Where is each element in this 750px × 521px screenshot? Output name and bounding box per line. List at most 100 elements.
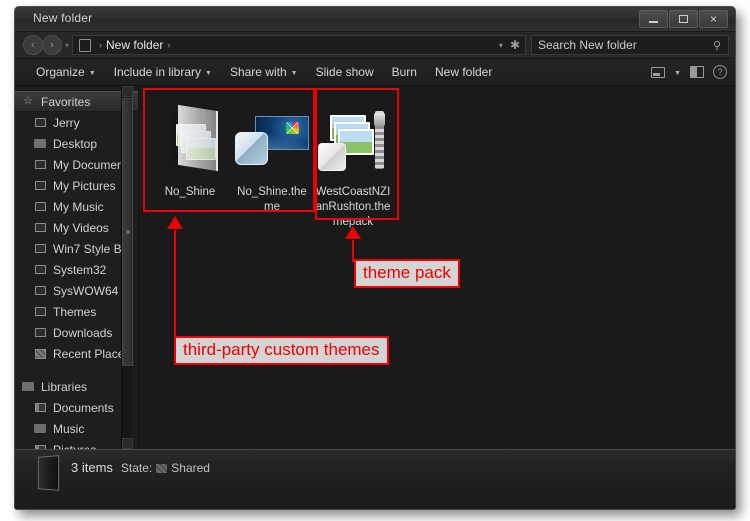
breadcrumb-separator-2[interactable]: › <box>167 40 170 50</box>
back-button[interactable]: ‹ <box>23 35 43 55</box>
recent-locations-caret[interactable]: ▾ <box>65 41 69 50</box>
sidebar-scrollbar[interactable] <box>121 86 133 449</box>
folder-icon <box>33 307 47 316</box>
breadcrumb-item-new-folder[interactable]: New folder <box>106 38 163 52</box>
folder-icon <box>33 244 47 253</box>
sidebar-item-libraries[interactable]: Libraries <box>15 376 138 397</box>
sidebar-item-desktop[interactable]: Desktop <box>15 133 138 154</box>
toolbar-item-organize[interactable]: Organize ▼ <box>27 62 105 82</box>
toolbar-item-slide-show[interactable]: Slide show <box>307 62 383 82</box>
sidebar-item-favorites[interactable]: ☆ Favorites <box>15 91 138 112</box>
view-dropdown-caret-icon[interactable]: ▼ <box>674 70 681 77</box>
scroll-down-arrow-icon[interactable] <box>122 438 133 449</box>
sidebar-label-libraries: Libraries <box>41 379 88 394</box>
navigation-buttons: ‹ › ▾ <box>23 35 72 55</box>
sidebar-label-desktop: Desktop <box>53 136 98 151</box>
sidebar-label-music: Music <box>53 421 85 436</box>
refresh-icon[interactable]: ✱ <box>510 39 520 51</box>
navigation-list: ☆ Favorites Jerry Desktop My Documen My … <box>15 86 138 449</box>
scrollbar-thumb[interactable] <box>122 98 133 366</box>
status-state: State: Shared <box>121 461 210 475</box>
sidebar-label-my-music: My Music <box>53 199 104 214</box>
sidebar-label-recent-places: Recent Place <box>53 346 125 361</box>
toolbar-item-new-folder[interactable]: New folder <box>426 62 501 82</box>
sidebar-item-themes[interactable]: Themes <box>15 301 138 322</box>
toolbar-label-burn: Burn <box>391 65 417 79</box>
sidebar-item-my-music[interactable]: My Music <box>15 196 138 217</box>
toolbar-item-burn[interactable]: Burn <box>383 62 426 82</box>
themepack-gloss-badge <box>318 143 346 171</box>
preview-pane-fill <box>691 67 697 77</box>
folder-icon <box>33 160 47 169</box>
chevron-down-icon: ▼ <box>88 69 96 77</box>
state-value: Shared <box>171 461 210 475</box>
sidebar-label-my-documents: My Documen <box>53 157 124 172</box>
sidebar-label-syswow64: SysWOW64 <box>53 283 119 298</box>
sidebar-label-my-videos: My Videos <box>53 220 109 235</box>
sidebar-item-my-documents[interactable]: My Documen <box>15 154 138 175</box>
search-icon: ⚲ <box>712 39 721 52</box>
sidebar-item-documents-library[interactable]: Documents <box>15 397 138 418</box>
breadcrumb-separator-1: › <box>99 40 103 50</box>
folder-icon <box>33 286 47 295</box>
shared-icon <box>156 464 168 473</box>
chevron-down-icon[interactable]: ▾ <box>499 41 503 50</box>
item-count: 3 items <box>71 460 113 475</box>
computer-icon <box>79 38 92 52</box>
preview-pane-icon[interactable] <box>690 66 704 78</box>
close-button[interactable]: × <box>699 10 728 28</box>
change-view-icon[interactable] <box>651 66 666 78</box>
file-item-no-shine-folder[interactable]: No_Shine <box>149 94 231 230</box>
window-body: ☆ Favorites Jerry Desktop My Documen My … <box>15 86 735 449</box>
sidebar-item-jerry[interactable]: Jerry <box>15 112 138 133</box>
file-label: No_Shine.theme <box>237 186 307 213</box>
help-icon[interactable]: ? <box>713 65 727 79</box>
folder-icon <box>33 181 47 190</box>
chevron-down-icon: ▼ <box>290 69 298 77</box>
sidebar-label-jerry: Jerry <box>53 115 80 130</box>
folder-icon <box>33 202 47 211</box>
sidebar-item-downloads[interactable]: Downloads <box>15 322 138 343</box>
maximize-button[interactable] <box>669 10 698 28</box>
folder-icon <box>33 118 47 127</box>
search-box[interactable]: Search New folder ⚲ <box>531 35 729 55</box>
file-label: No_Shine <box>164 186 216 198</box>
sidebar-item-system32[interactable]: System32 <box>15 259 138 280</box>
file-item-westcoast-themepack[interactable]: WestCoastNZIanRushton.themepack <box>313 94 393 230</box>
open-folder-with-pictures-icon <box>154 104 226 174</box>
toolbar-right-icons: ▼ ? <box>651 65 727 79</box>
toolbar-label-slide-show: Slide show <box>315 65 374 79</box>
sidebar-item-music-library[interactable]: Music <box>15 418 138 439</box>
sidebar-item-my-videos[interactable]: My Videos <box>15 217 138 238</box>
breadcrumb[interactable]: › New folder › ▾ ✱ <box>72 35 526 55</box>
toolbar-item-include-in-library[interactable]: Include in library ▼ <box>105 62 221 82</box>
window-controls: × <box>639 10 728 28</box>
library-icon <box>21 382 35 391</box>
sidebar-label-documents: Documents <box>53 400 114 415</box>
file-label: WestCoastNZIanRushton.themepack <box>315 186 391 228</box>
sidebar-label-system32: System32 <box>53 262 107 277</box>
sidebar-item-my-pictures[interactable]: My Pictures <box>15 175 138 196</box>
sidebar-item-pictures-library[interactable]: Pictures <box>15 439 138 449</box>
address-bar: ‹ › ▾ › New folder › ▾ ✱ Search New fold… <box>15 32 735 59</box>
forward-button[interactable]: › <box>42 35 62 55</box>
folder-icon <box>33 223 47 232</box>
file-list-view[interactable]: No_Shine No_Shine.theme WestCoastNZIanRu… <box>139 86 735 449</box>
sidebar-label-favorites: Favorites <box>41 94 91 109</box>
scroll-up-arrow-icon[interactable] <box>122 86 133 97</box>
minimize-button[interactable] <box>639 10 668 28</box>
sidebar-item-win7-style-builder[interactable]: Win7 Style B <box>15 238 138 259</box>
sidebar-item-syswow64[interactable]: SysWOW64 <box>15 280 138 301</box>
desktop-icon <box>33 139 47 148</box>
file-item-no-shine-theme[interactable]: No_Shine.theme <box>231 94 313 230</box>
search-input[interactable]: Search New folder <box>538 38 637 52</box>
title-bar: New folder × <box>15 7 735 32</box>
toolbar-item-share-with[interactable]: Share with ▼ <box>221 62 307 82</box>
sidebar-item-recent-places[interactable]: Recent Place <box>15 343 138 364</box>
maximize-icon <box>679 15 688 23</box>
folder-icon <box>33 328 47 337</box>
screenshot-root: New folder × ‹ › ▾ › New folder › ▾ ✱ Se… <box>0 0 750 521</box>
folder-icon <box>37 455 60 491</box>
state-label: State: <box>120 461 153 475</box>
